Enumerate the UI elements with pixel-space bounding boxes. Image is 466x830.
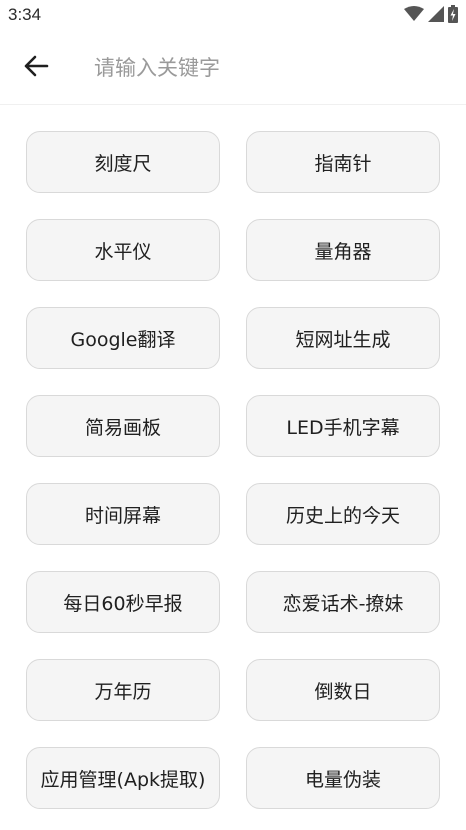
tool-button-short-url[interactable]: 短网址生成: [246, 307, 440, 369]
back-button[interactable]: [14, 46, 58, 90]
cellular-signal-icon: [428, 6, 444, 26]
tool-button-protractor[interactable]: 量角器: [246, 219, 440, 281]
tool-button-led-subtitles[interactable]: LED手机字幕: [246, 395, 440, 457]
status-icons: [404, 5, 458, 27]
tool-button-daily-news[interactable]: 每日60秒早报: [26, 571, 220, 633]
tool-button-today-in-history[interactable]: 历史上的今天: [246, 483, 440, 545]
arrow-left-icon: [23, 54, 49, 82]
tool-button-battery-fake[interactable]: 电量伪装: [246, 747, 440, 809]
tool-button-time-screen[interactable]: 时间屏幕: [26, 483, 220, 545]
tool-button-app-manager[interactable]: 应用管理(Apk提取): [26, 747, 220, 809]
wifi-icon: [404, 6, 424, 26]
status-bar: 3:34: [0, 0, 466, 32]
search-input[interactable]: [94, 50, 434, 86]
tool-grid: 刻度尺 指南针 水平仪 量角器 Google翻译 短网址生成 简易画板 LED手…: [26, 131, 440, 809]
status-time: 3:34: [8, 5, 42, 24]
tool-button-ruler[interactable]: 刻度尺: [26, 131, 220, 193]
tool-button-countdown[interactable]: 倒数日: [246, 659, 440, 721]
search-toolbar: [0, 32, 466, 105]
tool-button-level[interactable]: 水平仪: [26, 219, 220, 281]
tool-button-love-talk[interactable]: 恋爱话术-撩妹: [246, 571, 440, 633]
tool-button-google-translate[interactable]: Google翻译: [26, 307, 220, 369]
tool-button-compass[interactable]: 指南针: [246, 131, 440, 193]
battery-icon: [448, 5, 458, 27]
tool-button-drawing-board[interactable]: 简易画板: [26, 395, 220, 457]
tool-button-calendar[interactable]: 万年历: [26, 659, 220, 721]
